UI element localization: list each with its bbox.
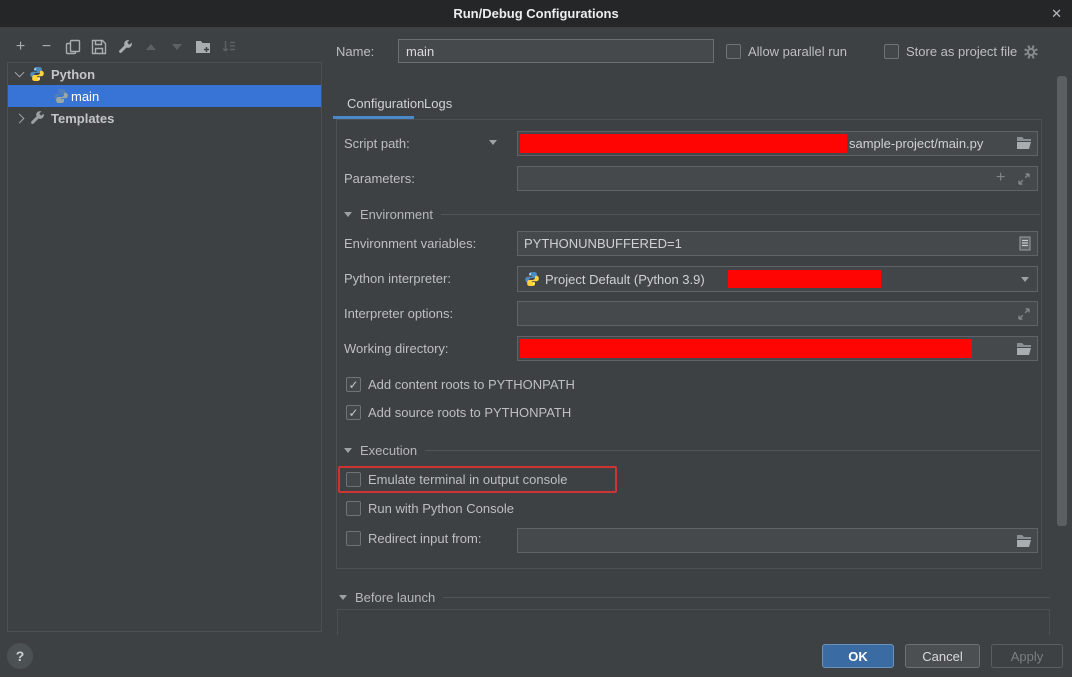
tree-item-label: Templates xyxy=(51,111,114,126)
help-icon: ? xyxy=(16,648,25,664)
checkbox-label: Add content roots to PYTHONPATH xyxy=(368,377,575,392)
name-input[interactable] xyxy=(398,39,714,63)
add-macro-icon[interactable]: + xyxy=(996,169,1005,187)
interpreter-options-label: Interpreter options: xyxy=(344,306,453,321)
browse-folder-icon[interactable] xyxy=(1016,342,1032,356)
store-as-project-file-checkbox[interactable]: Store as project file xyxy=(884,44,1038,59)
checkbox-label: Store as project file xyxy=(906,44,1017,59)
apply-button[interactable]: Apply xyxy=(991,644,1063,668)
checkbox-checked-icon: ✓ xyxy=(346,405,361,420)
checkbox-label: Allow parallel run xyxy=(748,44,847,59)
add-source-roots-checkbox[interactable]: ✓ Add source roots to PYTHONPATH xyxy=(346,405,571,420)
save-configuration-icon[interactable] xyxy=(90,39,107,56)
help-button[interactable]: ? xyxy=(7,643,33,669)
python-icon xyxy=(29,66,45,82)
redirect-input-checkbox[interactable]: Redirect input from: xyxy=(346,531,481,546)
new-folder-icon[interactable] xyxy=(194,39,211,56)
name-label: Name: xyxy=(336,44,374,59)
checkbox-icon xyxy=(346,531,361,546)
parameters-field[interactable]: + xyxy=(517,166,1038,191)
section-title: Before launch xyxy=(355,590,435,605)
checkbox-icon xyxy=(346,472,361,487)
expand-field-icon[interactable] xyxy=(1018,308,1030,320)
close-icon[interactable]: ✕ xyxy=(1051,0,1062,27)
move-down-icon[interactable] xyxy=(168,39,185,56)
redaction-bar xyxy=(520,339,972,358)
cancel-button[interactable]: Cancel xyxy=(905,644,980,668)
python-interpreter-value: Project Default (Python 3.9) xyxy=(545,272,705,287)
section-rule xyxy=(425,450,1040,451)
before-launch-section-header[interactable]: Before launch xyxy=(339,589,1050,605)
sort-configurations-icon[interactable] xyxy=(220,39,237,56)
allow-parallel-run-checkbox[interactable]: Allow parallel run xyxy=(726,44,847,59)
run-with-python-console-checkbox[interactable]: Run with Python Console xyxy=(346,501,514,516)
script-path-label: Script path: xyxy=(344,136,410,151)
emulate-terminal-checkbox[interactable]: Emulate terminal in output console xyxy=(346,472,567,487)
checkbox-icon xyxy=(726,44,741,59)
environment-section-header[interactable]: Environment xyxy=(344,206,1040,222)
python-interpreter-combobox[interactable]: Project Default (Python 3.9) xyxy=(517,266,1038,292)
section-title: Environment xyxy=(360,207,433,222)
redaction-bar xyxy=(728,270,881,288)
script-path-value: sample-project/main.py xyxy=(849,136,983,151)
python-icon xyxy=(524,271,540,287)
python-interpreter-label: Python interpreter: xyxy=(344,271,451,286)
collapse-triangle-icon xyxy=(344,212,352,217)
working-directory-label: Working directory: xyxy=(344,341,449,356)
browse-folder-icon[interactable] xyxy=(1016,534,1032,548)
chevron-right-icon xyxy=(15,113,25,123)
browse-folder-icon[interactable] xyxy=(1016,136,1032,150)
collapse-triangle-icon xyxy=(344,448,352,453)
script-path-mode-chevron-icon[interactable] xyxy=(489,140,497,145)
python-icon xyxy=(53,88,69,104)
checkbox-checked-icon: ✓ xyxy=(346,377,361,392)
checkbox-label: Emulate terminal in output console xyxy=(368,472,567,487)
move-up-icon[interactable] xyxy=(142,39,159,56)
environment-variables-field[interactable]: PYTHONUNBUFFERED=1 xyxy=(517,231,1038,256)
tree-item-templates[interactable]: Templates xyxy=(8,107,321,129)
checkbox-label: Run with Python Console xyxy=(368,501,514,516)
edit-templates-icon[interactable] xyxy=(116,39,133,56)
tree-item-label: main xyxy=(71,89,99,104)
parameters-label: Parameters: xyxy=(344,171,415,186)
expand-field-icon[interactable] xyxy=(1018,173,1030,185)
environment-variables-value: PYTHONUNBUFFERED=1 xyxy=(524,236,682,251)
add-content-roots-checkbox[interactable]: ✓ Add content roots to PYTHONPATH xyxy=(346,377,575,392)
section-title: Execution xyxy=(360,443,417,458)
collapse-triangle-icon xyxy=(339,595,347,600)
tree-item-python[interactable]: Python xyxy=(8,63,321,85)
tab-configuration[interactable]: Configuration xyxy=(347,96,424,111)
configurations-toolbar: + − xyxy=(12,37,237,57)
dialog-title: Run/Debug Configurations xyxy=(0,0,1072,27)
checkbox-icon xyxy=(884,44,899,59)
checkbox-label: Redirect input from: xyxy=(368,531,481,546)
section-rule xyxy=(443,597,1050,598)
section-rule xyxy=(441,214,1040,215)
redaction-bar xyxy=(520,134,847,153)
combobox-arrow-icon[interactable] xyxy=(1021,277,1029,282)
working-directory-field[interactable] xyxy=(517,336,1038,361)
interpreter-options-field[interactable] xyxy=(517,301,1038,326)
tree-item-main[interactable]: main xyxy=(8,85,321,107)
edit-variables-icon[interactable] xyxy=(1019,236,1031,251)
configuration-tree: Python main Templates xyxy=(7,62,322,632)
execution-section-header[interactable]: Execution xyxy=(344,442,1040,458)
gear-icon[interactable] xyxy=(1024,45,1038,59)
ok-button[interactable]: OK xyxy=(822,644,894,668)
remove-configuration-icon[interactable]: − xyxy=(38,39,55,56)
add-configuration-icon[interactable]: + xyxy=(12,39,29,56)
copy-configuration-icon[interactable] xyxy=(64,39,81,56)
wrench-icon xyxy=(29,110,45,126)
vertical-scrollbar-thumb[interactable] xyxy=(1057,76,1067,526)
checkbox-label: Add source roots to PYTHONPATH xyxy=(368,405,571,420)
checkbox-icon xyxy=(346,501,361,516)
redirect-input-field[interactable] xyxy=(517,528,1038,553)
tab-logs[interactable]: Logs xyxy=(424,96,452,111)
tree-item-label: Python xyxy=(51,67,95,82)
before-launch-list[interactable] xyxy=(337,609,1050,635)
environment-variables-label: Environment variables: xyxy=(344,236,476,251)
script-path-field[interactable]: sample-project/main.py xyxy=(517,131,1038,156)
dialog-title-bar: Run/Debug Configurations ✕ xyxy=(0,0,1072,27)
chevron-down-icon xyxy=(15,67,25,77)
